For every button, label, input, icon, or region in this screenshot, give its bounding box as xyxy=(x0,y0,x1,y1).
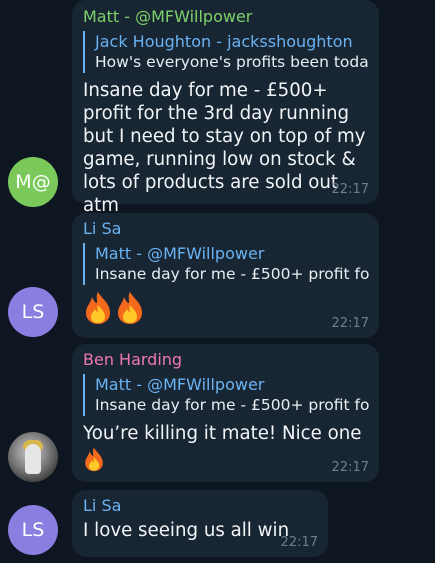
fire-icon xyxy=(118,292,142,324)
avatar-li-sa[interactable]: LS xyxy=(8,505,58,555)
reply-quote[interactable]: Matt - @MFWillpower Insane day for me - … xyxy=(83,374,369,416)
avatar-li-sa[interactable]: LS xyxy=(8,287,58,337)
message-time: 22:17 xyxy=(280,535,318,550)
message-bubble[interactable]: Li Sa Matt - @MFWillpower Insane day for… xyxy=(72,213,379,338)
reply-author: Jack Houghton - jacksshoughton xyxy=(95,32,353,51)
message-time: 22:17 xyxy=(331,460,369,475)
sender-name[interactable]: Matt - @MFWillpower xyxy=(83,7,369,26)
reply-quote[interactable]: Jack Houghton - jacksshoughton How's eve… xyxy=(83,31,369,73)
fire-icon xyxy=(85,447,103,472)
sender-name[interactable]: Li Sa xyxy=(83,219,369,238)
avatar-photo-figure xyxy=(25,444,41,474)
fire-emoji-row xyxy=(83,291,369,325)
message-bubble[interactable]: Ben Harding Matt - @MFWillpower Insane d… xyxy=(72,344,379,482)
message-bubble[interactable]: Li Sa I love seeing us all win 22:17 xyxy=(72,490,328,557)
reply-text: Insane day for me - £500+ profit fo... xyxy=(95,396,369,414)
message-time: 22:17 xyxy=(331,182,369,197)
message-bubble[interactable]: Matt - @MFWillpower Jack Houghton - jack… xyxy=(72,0,379,216)
avatar-matt[interactable]: M@ xyxy=(8,157,58,207)
fire-icon xyxy=(86,292,110,324)
reply-text: How's everyone's profits been today? xyxy=(95,53,369,71)
avatar-initials: LS xyxy=(21,301,45,323)
avatar-initials: LS xyxy=(21,519,45,541)
avatar-ben-harding[interactable] xyxy=(8,432,58,482)
reply-author: Matt - @MFWillpower xyxy=(95,375,265,394)
message-text: Insane day for me - £500+ profit for the… xyxy=(83,80,366,216)
sender-name[interactable]: Li Sa xyxy=(83,496,318,515)
message-time: 22:17 xyxy=(331,316,369,331)
reply-text: Insane day for me - £500+ profit fo... xyxy=(95,265,369,283)
reply-author: Matt - @MFWillpower xyxy=(95,244,265,263)
sender-name[interactable]: Ben Harding xyxy=(83,350,369,369)
message-text: You’re killing it mate! Nice one xyxy=(83,423,362,444)
fire-emoji-row xyxy=(83,447,369,472)
avatar-initials: M@ xyxy=(15,171,51,193)
reply-quote[interactable]: Matt - @MFWillpower Insane day for me - … xyxy=(83,243,369,285)
